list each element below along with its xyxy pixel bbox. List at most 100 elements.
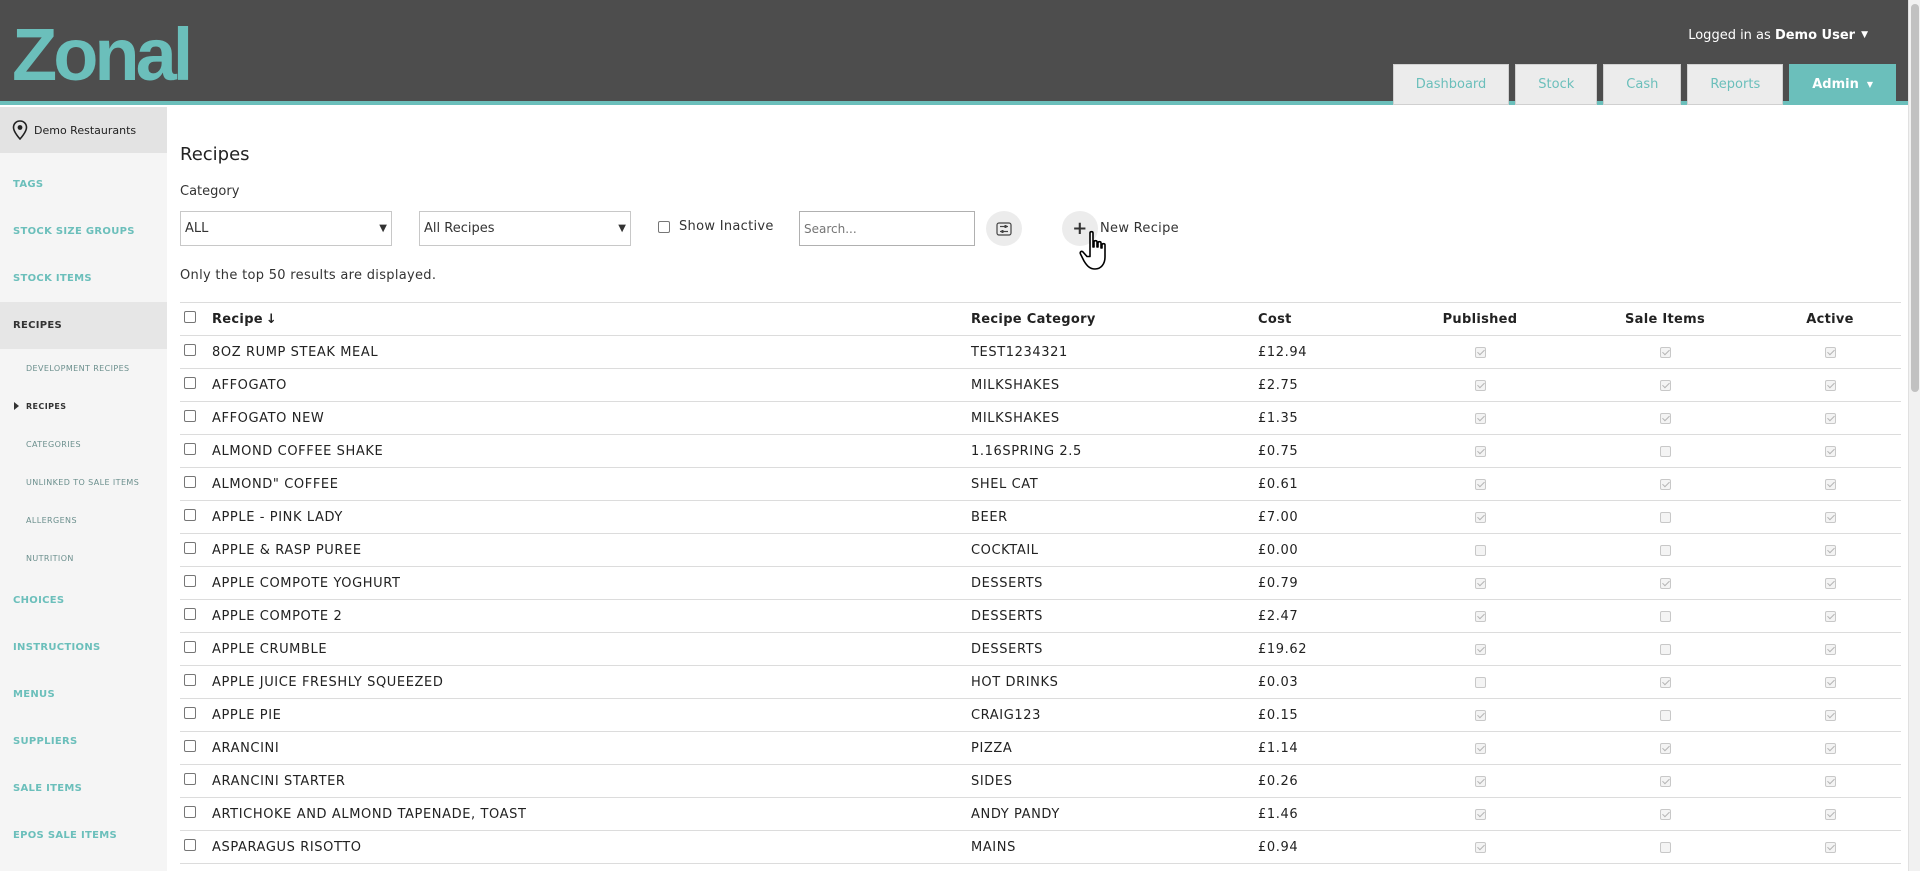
sidebar-subitem-nutrition[interactable]: NUTRITION: [0, 539, 167, 577]
select-all-checkbox[interactable]: [184, 311, 196, 323]
published-checkbox: [1474, 511, 1486, 523]
column-header-category[interactable]: Recipe Category: [971, 312, 1258, 327]
row-select-checkbox[interactable]: [184, 839, 196, 851]
sort-down-arrow-icon: ↓: [265, 311, 278, 327]
table-row[interactable]: APPLE PIE CRAIG123 £0.15: [180, 699, 1901, 732]
row-select-checkbox[interactable]: [184, 443, 196, 455]
row-select-checkbox[interactable]: [184, 740, 196, 752]
row-select-checkbox[interactable]: [184, 344, 196, 356]
show-inactive-toggle[interactable]: Show Inactive: [658, 219, 774, 234]
row-select-checkbox[interactable]: [184, 410, 196, 422]
row-select-checkbox[interactable]: [184, 641, 196, 653]
recipe-name[interactable]: APPLE PIE: [212, 708, 971, 723]
row-select-checkbox[interactable]: [184, 377, 196, 389]
sidebar-item-menus[interactable]: MENUS: [0, 671, 167, 718]
sidebar-item-suppliers[interactable]: SUPPLIERS: [0, 718, 167, 765]
recipe-name[interactable]: ALMOND" COFFEE: [212, 477, 971, 492]
table-row[interactable]: APPLE COMPOTE YOGHURT DESSERTS £0.79: [180, 567, 1901, 600]
recipe-name[interactable]: APPLE CRUMBLE: [212, 642, 971, 657]
sidebar-subitem-allergens[interactable]: ALLERGENS: [0, 501, 167, 539]
user-menu[interactable]: Logged in as Demo User ▼: [1688, 28, 1868, 43]
table-row[interactable]: AFFOGATO MILKSHAKES £2.75: [180, 369, 1901, 402]
table-row[interactable]: ARANCINI STARTER SIDES £0.26: [180, 765, 1901, 798]
sidebar-item-epos-sale-items[interactable]: EPOS SALE ITEMS: [0, 812, 167, 859]
published-checkbox: [1474, 709, 1486, 721]
row-select-cell: [180, 344, 212, 360]
table-row[interactable]: 8OZ RUMP STEAK MEAL TEST1234321 £12.94: [180, 336, 1901, 369]
row-select-checkbox[interactable]: [184, 509, 196, 521]
sidebar-item-tags[interactable]: TAGS: [0, 161, 167, 208]
sidebar-item-choices[interactable]: CHOICES: [0, 577, 167, 624]
nav-dashboard[interactable]: Dashboard: [1392, 64, 1510, 105]
row-select-checkbox[interactable]: [184, 608, 196, 620]
row-select-checkbox[interactable]: [184, 806, 196, 818]
recipe-name[interactable]: ARANCINI STARTER: [212, 774, 971, 789]
row-select-checkbox[interactable]: [184, 773, 196, 785]
nav-cash[interactable]: Cash: [1603, 64, 1682, 105]
row-select-checkbox[interactable]: [184, 575, 196, 587]
table-row[interactable]: ARANCINI PIZZA £1.14: [180, 732, 1901, 765]
sidebar-subitem-development-recipes[interactable]: DEVELOPMENT RECIPES: [0, 349, 167, 387]
nav-admin[interactable]: Admin ▼: [1789, 64, 1896, 105]
sidebar-item-recipes[interactable]: RECIPES: [0, 302, 167, 349]
table-row[interactable]: APPLE CRUMBLE DESSERTS £19.62: [180, 633, 1901, 666]
show-inactive-label: Show Inactive: [679, 219, 774, 234]
active-checkbox: [1824, 412, 1836, 424]
table-row[interactable]: APPLE COMPOTE 2 DESSERTS £2.47: [180, 600, 1901, 633]
recipe-name[interactable]: ARTICHOKE AND ALMOND TAPENADE, TOAST: [212, 807, 971, 822]
sidebar-item-instructions[interactable]: INSTRUCTIONS: [0, 624, 167, 671]
column-header-active[interactable]: Active: [1786, 312, 1874, 327]
recipe-name[interactable]: AFFOGATO NEW: [212, 411, 971, 426]
column-header-sale-items[interactable]: Sale Items: [1544, 312, 1786, 327]
published-cell: [1416, 510, 1544, 525]
table-row[interactable]: APPLE & RASP PUREE COCKTAIL £0.00: [180, 534, 1901, 567]
show-inactive-checkbox[interactable]: [658, 220, 670, 233]
recipe-name[interactable]: APPLE COMPOTE YOGHURT: [212, 576, 971, 591]
row-select-checkbox[interactable]: [184, 707, 196, 719]
column-header-cost[interactable]: Cost: [1258, 312, 1416, 327]
table-row[interactable]: ALMOND" COFFEE SHEL CAT £0.61: [180, 468, 1901, 501]
recipe-category: DESSERTS: [971, 575, 1044, 591]
sidebar-subitem-unlinked[interactable]: UNLINKED TO SALE ITEMS: [0, 463, 167, 501]
recipe-name[interactable]: ALMOND COFFEE SHAKE: [212, 444, 971, 459]
nav-reports[interactable]: Reports: [1687, 64, 1784, 105]
recipe-name[interactable]: AFFOGATO: [212, 378, 971, 393]
recipe-category: 1.16SPRING 2.5: [971, 443, 1082, 459]
recipe-type-select[interactable]: All Recipes ▼: [419, 211, 631, 246]
active-cell: [1786, 807, 1874, 822]
category-select[interactable]: ALL ▼: [180, 211, 392, 246]
site-selector[interactable]: Demo Restaurants: [0, 107, 167, 153]
published-cell: [1416, 741, 1544, 756]
row-select-checkbox[interactable]: [184, 542, 196, 554]
row-select-checkbox[interactable]: [184, 674, 196, 686]
table-row[interactable]: ARTICHOKE AND ALMOND TAPENADE, TOAST ANDY…: [180, 798, 1901, 831]
recipe-name[interactable]: ASPARAGUS RISOTTO: [212, 840, 971, 855]
page-scrollbar[interactable]: [1908, 0, 1920, 871]
zonal-logo[interactable]: Zonal: [12, 20, 220, 84]
sidebar-item-stock-size-groups[interactable]: STOCK SIZE GROUPS: [0, 208, 167, 255]
recipe-name[interactable]: APPLE & RASP PUREE: [212, 543, 971, 558]
published-checkbox: [1474, 346, 1486, 358]
table-row[interactable]: ALMOND COFFEE SHAKE 1.16SPRING 2.5 £0.75: [180, 435, 1901, 468]
nav-stock[interactable]: Stock: [1515, 64, 1598, 105]
column-header-recipe[interactable]: Recipe ↓: [212, 312, 971, 327]
recipe-name[interactable]: ARANCINI: [212, 741, 971, 756]
search-input[interactable]: [799, 211, 975, 246]
sidebar-subitem-recipes[interactable]: RECIPES: [0, 387, 167, 425]
table-row[interactable]: APPLE - PINK LADY BEER £7.00: [180, 501, 1901, 534]
top-nav: Dashboard Stock Cash Reports Admin ▼: [1392, 64, 1896, 105]
sidebar-item-sale-items[interactable]: SALE ITEMS: [0, 765, 167, 812]
row-select-checkbox[interactable]: [184, 476, 196, 488]
table-row[interactable]: AFFOGATO NEW MILKSHAKES £1.35: [180, 402, 1901, 435]
table-row[interactable]: ASPARAGUS RISOTTO MAINS £0.94: [180, 831, 1901, 864]
recipe-name[interactable]: APPLE - PINK LADY: [212, 510, 971, 525]
recipe-name[interactable]: APPLE JUICE FRESHLY SQUEEZED: [212, 675, 971, 690]
sidebar-subitem-categories[interactable]: CATEGORIES: [0, 425, 167, 463]
recipe-name[interactable]: APPLE COMPOTE 2: [212, 609, 971, 624]
column-header-published[interactable]: Published: [1416, 312, 1544, 327]
recipe-name[interactable]: 8OZ RUMP STEAK MEAL: [212, 345, 971, 360]
scrollbar-thumb[interactable]: [1911, 4, 1919, 392]
table-row[interactable]: APPLE JUICE FRESHLY SQUEEZED HOT DRINKS £0…: [180, 666, 1901, 699]
sidebar-item-stock-items[interactable]: STOCK ITEMS: [0, 255, 167, 302]
filter-settings-button[interactable]: [986, 211, 1022, 246]
